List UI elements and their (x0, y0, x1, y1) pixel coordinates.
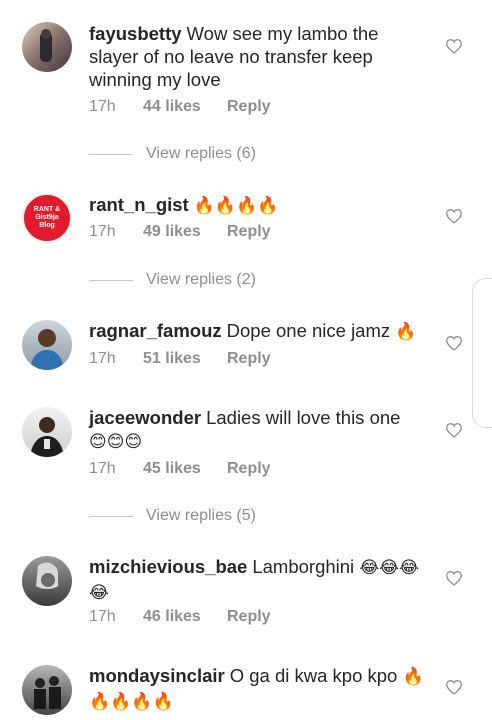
comment-text: jaceewonder Ladies will love this one 😊😊😊 (89, 406, 432, 454)
view-replies-button[interactable]: View replies (6) (89, 145, 256, 163)
fire-emoji: 🔥 (395, 322, 417, 342)
reply-button[interactable]: Reply (227, 350, 271, 368)
avatar[interactable] (22, 665, 72, 715)
comment-time: 17h (89, 98, 116, 115)
comment-likes[interactable]: 46 likes (143, 608, 227, 626)
heart-outline-icon[interactable] (445, 570, 463, 586)
avatar[interactable] (22, 407, 72, 457)
comment-meta: 17h 51 likes Reply (89, 350, 271, 368)
replies-divider (89, 153, 133, 155)
comment-username[interactable]: rant_n_gist (89, 194, 189, 215)
view-replies-label: View replies (2) (146, 271, 256, 288)
comment-username[interactable]: mizchievious_bae (89, 556, 247, 577)
view-replies-button[interactable]: View replies (5) (89, 507, 256, 525)
reply-button[interactable]: Reply (227, 223, 271, 241)
reply-button[interactable]: Reply (227, 460, 271, 478)
comment-likes[interactable]: 51 likes (143, 350, 227, 368)
comment-likes[interactable]: 49 likes (143, 223, 227, 241)
comment-text: rant_n_gist 🔥🔥🔥🔥 (89, 193, 432, 218)
comment-meta: 17h 46 likes Reply (89, 608, 271, 626)
comment-body: Ladies will love this one (206, 407, 401, 428)
replies-divider (89, 515, 133, 517)
comment-text: ragnar_famouz Dope one nice jamz 🔥 (89, 319, 432, 344)
comment-likes[interactable]: 44 likes (143, 98, 227, 116)
heart-outline-icon[interactable] (445, 679, 463, 695)
reply-button[interactable]: Reply (227, 608, 271, 626)
comment-time: 17h (89, 608, 116, 625)
comment-likes[interactable]: 45 likes (143, 460, 227, 478)
avatar-logo-text: RANT & Gist9ja Blog (33, 206, 61, 229)
replies-divider (89, 279, 133, 281)
avatar[interactable] (22, 22, 72, 72)
fire-emoji: 🔥🔥🔥🔥 (193, 196, 279, 216)
view-replies-label: View replies (5) (146, 507, 256, 524)
view-replies-button[interactable]: View replies (2) (89, 271, 256, 289)
comment-text: mondaysinclair O ga di kwa kpo kpo 🔥🔥🔥🔥🔥 (89, 664, 432, 714)
comment-text: mizchievious_bae Lamborghini 😂😂😂😂 (89, 555, 432, 605)
comment-username[interactable]: mondaysinclair (89, 665, 225, 686)
comment-body: O ga di kwa kpo kpo (229, 665, 398, 686)
comment-time: 17h (89, 223, 116, 240)
smile-emoji: 😊😊😊 (89, 432, 143, 452)
avatar[interactable] (22, 556, 72, 606)
avatar[interactable] (22, 320, 72, 370)
heart-outline-icon[interactable] (445, 208, 463, 224)
comment-text: fayusbetty Wow see my lambo the slayer of… (89, 22, 432, 91)
comment-meta: 17h 49 likes Reply (89, 223, 271, 241)
comment-body: Dope one nice jamz (226, 320, 391, 341)
side-scroll-handle[interactable] (472, 278, 492, 428)
heart-outline-icon[interactable] (445, 38, 463, 54)
comment-body: Lamborghini (252, 556, 355, 577)
heart-outline-icon[interactable] (445, 422, 463, 438)
heart-outline-icon[interactable] (445, 335, 463, 351)
comment-username[interactable]: jaceewonder (89, 407, 201, 428)
comment-username[interactable]: ragnar_famouz (89, 320, 222, 341)
view-replies-label: View replies (6) (146, 145, 256, 162)
comment-meta: 17h 44 likes Reply (89, 98, 271, 116)
reply-button[interactable]: Reply (227, 98, 271, 116)
comment-time: 17h (89, 460, 116, 477)
comment-time: 17h (89, 350, 116, 367)
avatar[interactable]: RANT & Gist9ja Blog (22, 193, 72, 243)
comment-username[interactable]: fayusbetty (89, 23, 182, 44)
comment-meta: 17h 45 likes Reply (89, 460, 271, 478)
